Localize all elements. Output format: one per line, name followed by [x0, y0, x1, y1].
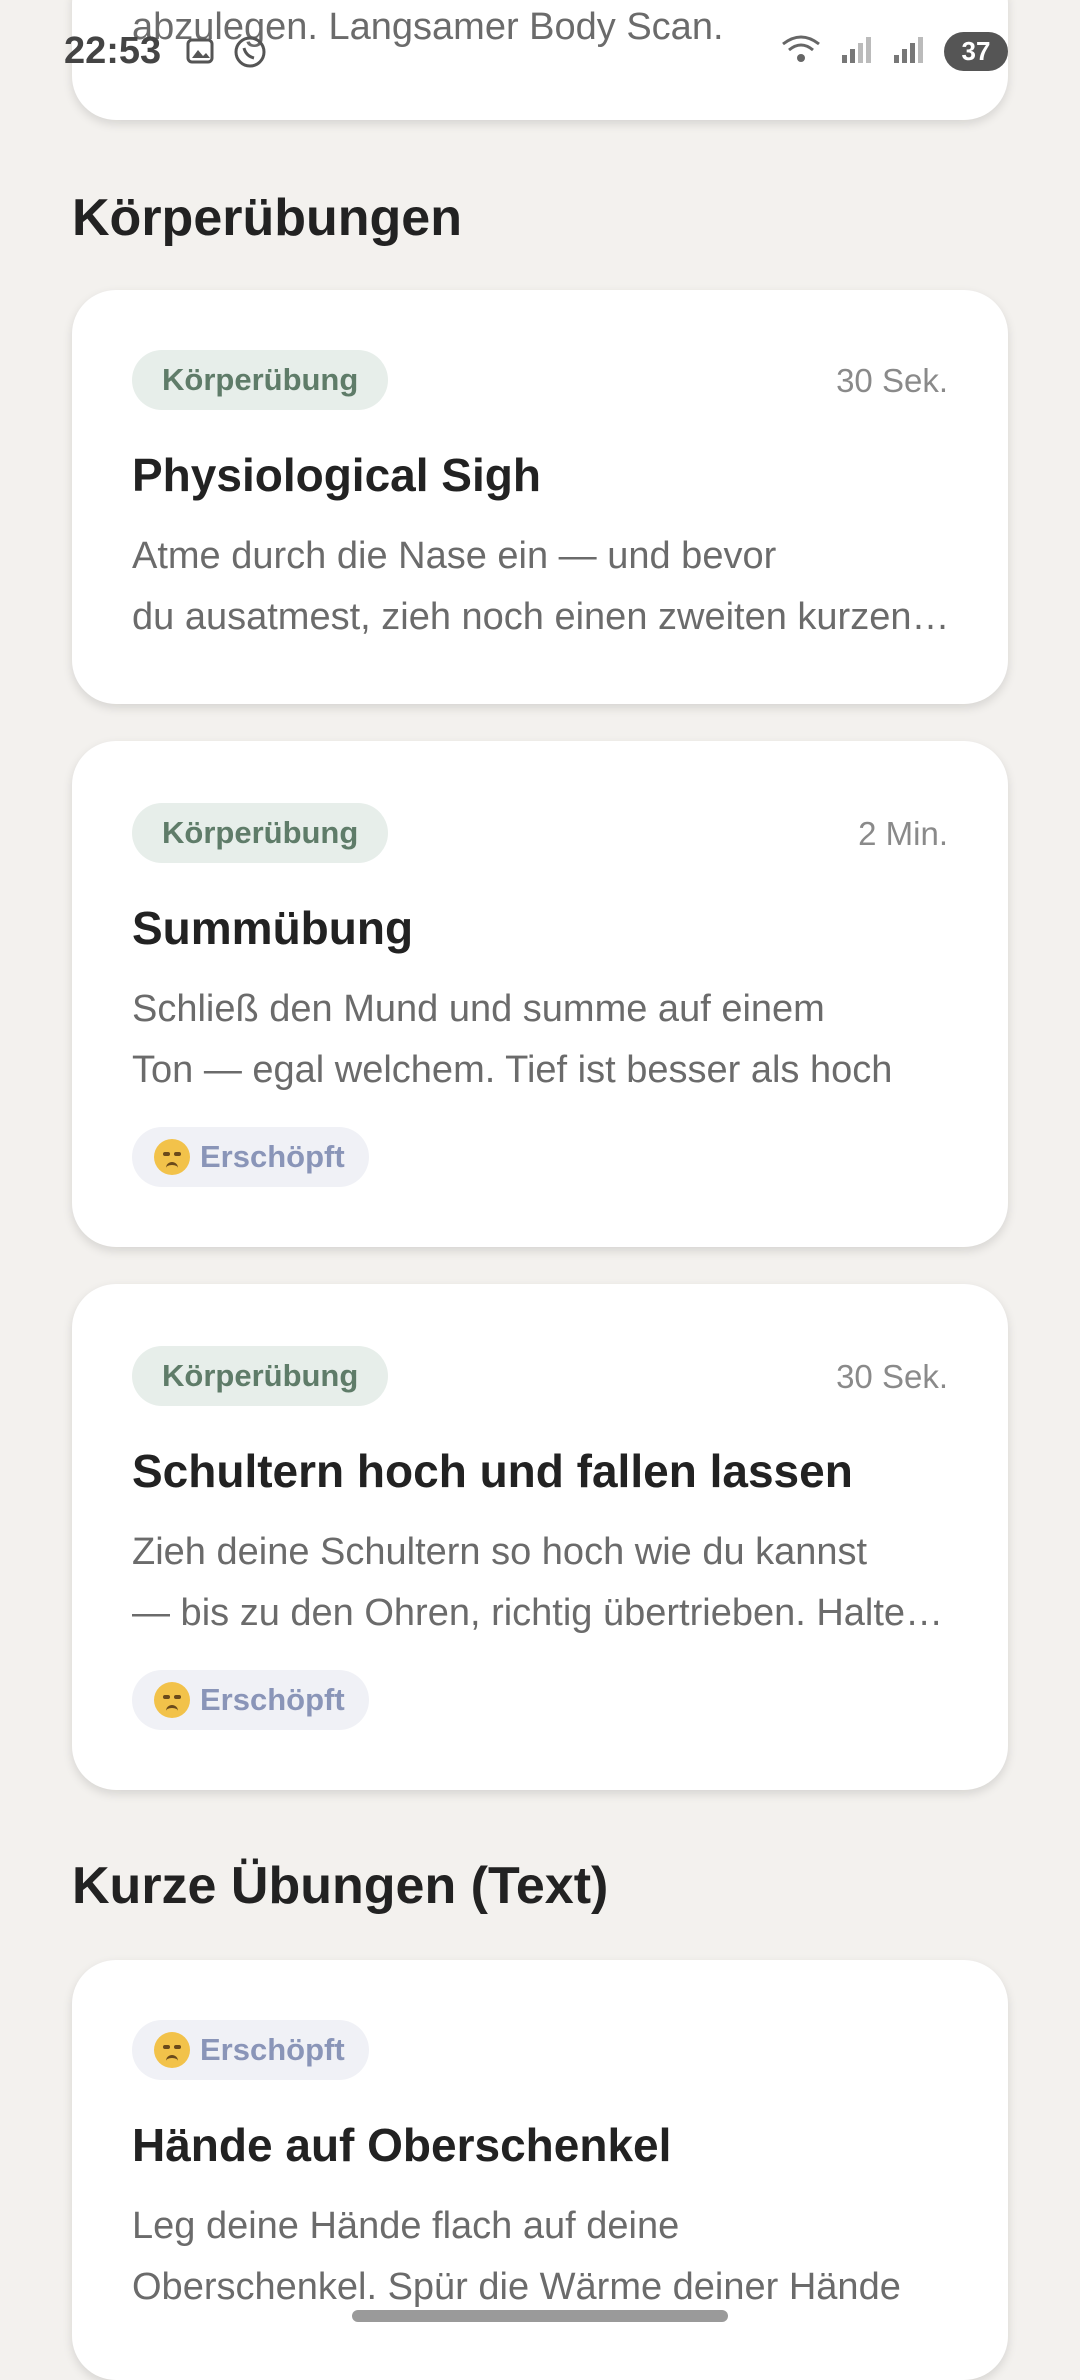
tired-face-icon	[154, 1682, 190, 1718]
status-right: 37	[780, 32, 1008, 71]
mood-tag: Erschöpft	[132, 2020, 369, 2080]
description-line: Leg deine Hände flach auf deine	[132, 2205, 680, 2247]
card-title: Physiological Sigh	[132, 449, 541, 501]
mood-label: Erschöpft	[200, 1682, 345, 1717]
category-tag: Körperübung	[132, 803, 389, 863]
mood-tag: Erschöpft	[132, 1127, 369, 1187]
section-title: Kurze Übungen (Text)	[72, 1857, 609, 1915]
status-left-icons	[184, 34, 268, 75]
card-title: Schultern hoch und fallen lassen	[132, 1445, 853, 1497]
whatsapp-icon	[232, 34, 268, 75]
duration-label: 30 Sek.	[836, 362, 948, 399]
description-line: Ton — egal welchem. Tief ist besser als …	[132, 1049, 893, 1091]
status-time: 22:53	[64, 30, 162, 72]
battery-indicator: 37	[944, 32, 1008, 71]
card-description: Leg deine Hände flach auf deine Obersche…	[132, 2196, 952, 2318]
status-bar: 22:53 37	[0, 0, 1080, 110]
gallery-icon	[184, 34, 218, 75]
description-line: Zieh deine Schultern so hoch wie du kann…	[132, 1531, 868, 1573]
signal-icon	[892, 33, 926, 70]
section-title: Körperübungen	[72, 189, 462, 247]
description-line: Oberschenkel. Spür die Wärme deiner Händ…	[132, 2266, 901, 2308]
card-description: Schließ den Mund und summe auf einem Ton…	[132, 979, 952, 1101]
card-title: Hände auf Oberschenkel	[132, 2119, 672, 2171]
tired-face-icon	[154, 1139, 190, 1175]
mood-label: Erschöpft	[200, 1139, 345, 1174]
category-tag: Körperübung	[132, 350, 389, 410]
mood-tag: Erschöpft	[132, 1670, 369, 1730]
description-line: du ausatmest, zieh noch einen zweiten ku…	[132, 596, 952, 638]
description-line: Schließ den Mund und summe auf einem	[132, 988, 825, 1030]
category-tag: Körperübung	[132, 1346, 389, 1406]
exercise-card[interactable]: Körperübung 30 Sek. Physiological Sigh A…	[72, 290, 1008, 704]
duration-label: 30 Sek.	[836, 1358, 948, 1395]
signal-icon	[840, 33, 874, 70]
tired-face-icon	[154, 2032, 190, 2068]
card-description: Atme durch die Nase ein — und bevor du a…	[132, 526, 952, 648]
card-title: Summübung	[132, 902, 414, 954]
duration-label: 2 Min.	[858, 815, 948, 852]
home-indicator[interactable]	[352, 2310, 728, 2322]
wifi-icon	[780, 32, 822, 71]
mood-label: Erschöpft	[200, 2032, 345, 2067]
card-description: Zieh deine Schultern so hoch wie du kann…	[132, 1522, 952, 1644]
description-line: — bis zu den Ohren, richtig übertrieben.…	[132, 1592, 952, 1634]
exercise-card[interactable]: Körperübung 2 Min. Summübung Schließ den…	[72, 741, 1008, 1247]
description-line: Atme durch die Nase ein — und bevor	[132, 535, 777, 577]
exercise-card[interactable]: Körperübung 30 Sek. Schultern hoch und f…	[72, 1284, 1008, 1790]
